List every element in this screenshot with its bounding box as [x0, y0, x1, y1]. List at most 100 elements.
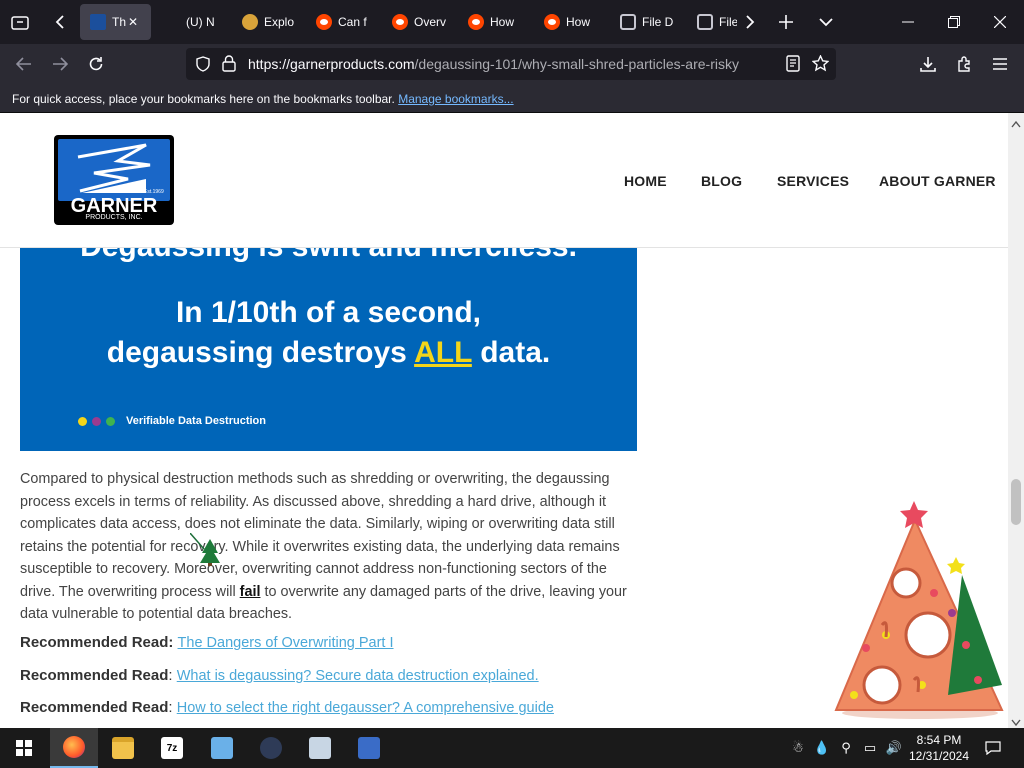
nav-home[interactable]: HOME — [624, 173, 667, 189]
address-bar[interactable]: https://garnerproducts.com/degaussing-10… — [186, 48, 836, 80]
manage-bookmarks-link[interactable]: Manage bookmarks... — [398, 92, 513, 106]
volume-tray-icon[interactable]: 🔊 — [886, 740, 902, 756]
url-path: /degaussing-101/why-small-shred-particle… — [414, 56, 739, 72]
downloads-icon[interactable] — [916, 52, 940, 76]
7zip-icon: 7z — [161, 737, 183, 759]
taskbar-firefox[interactable] — [50, 728, 98, 768]
reader-view-icon[interactable] — [786, 55, 800, 77]
yellow-dot-icon — [78, 416, 87, 426]
garner-logo[interactable]: Est.1969 GARNER PRODUCTS, INC. — [54, 135, 174, 225]
tab-item[interactable]: File D — [620, 4, 676, 40]
minimize-icon[interactable] — [892, 6, 924, 38]
tab-label: Explo — [264, 15, 295, 29]
windows-taskbar: 7z ☃ 💧 ⚲ ▭ 🔊 8:54 PM 12/31/2024 — [0, 728, 1024, 768]
app-menu-icon[interactable] — [988, 52, 1012, 76]
new-tab-icon[interactable] — [770, 6, 802, 38]
recommended-label: Recommended Read: — [20, 634, 174, 651]
user-tool-icon — [260, 737, 282, 759]
recommended-read: Recommended Read: The Dangers of Overwri… — [20, 634, 394, 651]
tracking-protection-shield-icon[interactable] — [196, 56, 210, 77]
scroll-tabs-left-icon[interactable] — [44, 6, 76, 38]
tab-item[interactable]: (U) N — [186, 4, 226, 40]
reddit-favicon-icon — [468, 14, 484, 30]
tab-item[interactable]: Overv — [392, 4, 448, 40]
page-scrollbar[interactable] — [1008, 113, 1024, 728]
christmas-tree-widget-icon[interactable] — [830, 495, 1010, 725]
purple-dot-icon — [92, 416, 101, 426]
banner-line-0: Degaussing is swift and merciless. — [20, 248, 637, 264]
article-paragraph: Compared to physical destruction methods… — [20, 468, 638, 626]
recommended-link[interactable]: How to select the right degausser? A com… — [177, 700, 554, 716]
taskbar-network-tool[interactable] — [345, 728, 393, 768]
scroll-up-arrow-icon[interactable] — [1011, 115, 1021, 133]
taskbar-7zip[interactable]: 7z — [148, 728, 196, 768]
chrome-favicon-icon — [242, 14, 258, 30]
recommended-read: Recommended Read: How to select the righ… — [20, 699, 554, 716]
tab-garner[interactable]: Th ✕ — [80, 4, 151, 40]
media-icon — [309, 737, 331, 759]
bookmark-star-icon[interactable] — [811, 54, 830, 77]
taskbar-media[interactable] — [296, 728, 344, 768]
green-dot-icon — [106, 416, 115, 426]
settings-icon — [211, 737, 233, 759]
tab-item[interactable]: File — [697, 4, 737, 40]
paragraph-text-a: Compared to physical destruction methods… — [20, 471, 620, 600]
tab-item[interactable]: Explo — [242, 4, 298, 40]
nav-services[interactable]: SERVICES — [777, 173, 849, 189]
scroll-thumb[interactable] — [1011, 479, 1021, 525]
tab-label: File D — [642, 15, 674, 29]
tab-label: (U) N — [186, 15, 215, 29]
clock-time: 8:54 PM — [916, 733, 962, 747]
firefox-icon — [63, 736, 85, 758]
fail-emphasis: fail — [239, 583, 261, 600]
notifications-icon[interactable] — [984, 739, 1002, 757]
banner-highlight: ALL — [414, 336, 472, 369]
tab-item[interactable]: How — [544, 4, 600, 40]
bookmarks-hint: For quick access, place your bookmarks h… — [12, 92, 514, 106]
close-tab-icon[interactable]: ✕ — [128, 15, 138, 29]
nav-blog[interactable]: BLOG — [701, 173, 742, 189]
reddit-favicon-icon — [316, 14, 332, 30]
file-explorer-icon — [112, 737, 134, 759]
taskbar-user-tool[interactable] — [247, 728, 295, 768]
tree-cursor-icon — [189, 532, 222, 572]
taskbar-settings[interactable] — [198, 728, 246, 768]
recommended-link[interactable]: The Dangers of Overwriting Part I — [178, 635, 394, 651]
banner-dots: Verifiable Data Destruction — [78, 415, 266, 427]
people-tray-icon[interactable]: ☃ — [790, 740, 806, 756]
navigation-toolbar: https://garnerproducts.com/degaussing-10… — [0, 44, 1024, 84]
tab-item[interactable]: Can f — [316, 4, 372, 40]
search-tray-icon[interactable]: ⚲ — [838, 740, 854, 756]
list-all-tabs-icon[interactable] — [810, 6, 842, 38]
system-clock[interactable]: 8:54 PM 12/31/2024 — [904, 732, 974, 764]
nav-about-garner[interactable]: ABOUT GARNER — [879, 173, 996, 189]
site-header: Est.1969 GARNER PRODUCTS, INC. HOME BLOG… — [0, 113, 1008, 248]
banner-line-2-post: data. — [471, 336, 551, 369]
file-favicon-icon — [697, 14, 713, 30]
recommended-label: Recommended Read — [20, 699, 169, 716]
reddit-favicon-icon — [544, 14, 560, 30]
scroll-tabs-right-icon[interactable] — [734, 6, 766, 38]
bookmarks-toolbar: For quick access, place your bookmarks h… — [0, 84, 1024, 113]
reload-icon[interactable] — [84, 52, 108, 76]
recommended-link[interactable]: What is degaussing? Secure data destruct… — [177, 668, 539, 684]
close-window-icon[interactable] — [984, 6, 1016, 38]
file-favicon-icon — [620, 14, 636, 30]
forward-icon[interactable] — [48, 52, 72, 76]
restore-icon[interactable] — [938, 6, 970, 38]
extensions-icon[interactable] — [952, 52, 976, 76]
network-tray-icon[interactable]: ▭ — [862, 740, 878, 756]
start-button[interactable] — [0, 728, 48, 768]
tab-item[interactable]: How — [468, 4, 524, 40]
banner-tagline: Verifiable Data Destruction — [126, 415, 266, 427]
clock-date: 12/31/2024 — [908, 749, 970, 763]
degaussing-banner-image: Degaussing is swift and merciless. In 1/… — [20, 248, 637, 451]
url-text[interactable]: https://garnerproducts.com/degaussing-10… — [248, 56, 739, 72]
taskbar-file-explorer[interactable] — [99, 728, 147, 768]
tab-strip: Th ✕ (U) N Explo Can f Overv How How Fil… — [0, 0, 1024, 44]
tab-overview-icon[interactable] — [4, 6, 36, 38]
lock-icon[interactable] — [222, 55, 236, 77]
water-drop-tray-icon[interactable]: 💧 — [814, 740, 830, 756]
reddit-favicon-icon — [392, 14, 408, 30]
back-icon[interactable] — [12, 52, 36, 76]
